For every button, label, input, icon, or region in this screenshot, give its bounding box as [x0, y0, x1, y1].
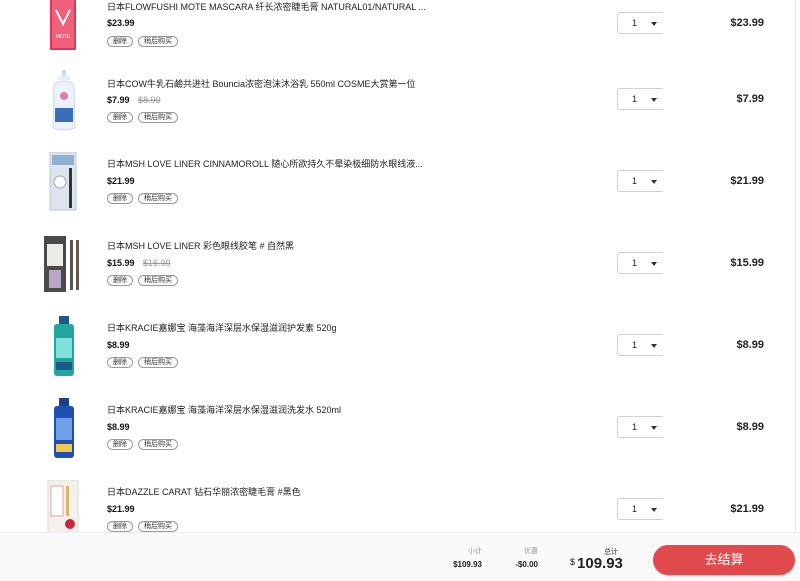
item-actions: 删除 稍后购买 — [107, 193, 178, 204]
item-actions: 删除 稍后购买 — [107, 521, 178, 532]
product-image-conditioner[interactable] — [42, 316, 86, 378]
item-price-line: $23.99 — [107, 18, 135, 28]
product-image-eyeliner[interactable] — [42, 152, 86, 214]
item-price: $21.99 — [107, 176, 135, 186]
item-price-line: $8.99 — [107, 422, 130, 432]
item-title[interactable]: 日本KRACIE嘉娜宝 海藻海洋深层水保湿滋润护发素 520g — [107, 321, 437, 334]
total-currency: $ — [570, 557, 576, 567]
subtotal-block: 小计 $109.93 — [440, 546, 482, 569]
quantity-value: 1 — [632, 258, 638, 268]
quantity-select[interactable]: 1 — [617, 334, 663, 356]
svg-text:MOTE: MOTE — [56, 34, 71, 40]
save-for-later-button[interactable]: 稍后购买 — [138, 36, 178, 47]
item-price-line: $8.99 — [107, 340, 130, 350]
quantity-select[interactable]: 1 — [617, 88, 663, 110]
discount-block: 优惠 -$0.00 — [500, 546, 538, 569]
quantity-value: 1 — [632, 422, 638, 432]
item-line-total: $8.99 — [736, 339, 764, 351]
caret-down-icon — [651, 22, 657, 26]
item-original-price: $16.99 — [143, 258, 171, 268]
cart-item: 日本MSH LOVE LINER 彩色眼线胶笔 # 自然黑 $15.99 $16… — [0, 232, 795, 314]
discount-label: 优惠 — [524, 548, 538, 555]
item-actions: 删除 稍后购买 — [107, 439, 178, 450]
item-line-total: $21.99 — [730, 175, 764, 187]
quantity-value: 1 — [632, 176, 638, 186]
item-actions: 删除 稍后购买 — [107, 112, 178, 123]
item-price: $21.99 — [107, 504, 135, 514]
delete-button[interactable]: 删除 — [107, 112, 133, 123]
total-amount: $109.93 — [570, 555, 623, 573]
quantity-value: 1 — [632, 504, 638, 514]
item-title[interactable]: 日本DAZZLE CARAT 钻石华丽浓密睫毛膏 #黑色 — [107, 485, 437, 498]
quantity-value: 1 — [632, 18, 638, 28]
item-actions: 删除 稍后购买 — [107, 275, 178, 286]
subtotal-label: 小计 — [468, 548, 482, 555]
save-for-later-button[interactable]: 稍后购买 — [138, 521, 178, 532]
product-image-shampoo[interactable] — [42, 398, 86, 460]
cart-item: 日本MSH LOVE LINER CINNAMOROLL 随心所欲持久不晕染极细… — [0, 150, 795, 232]
item-line-total: $21.99 — [730, 503, 764, 515]
item-price-line: $7.99 $8.99 — [107, 95, 161, 105]
item-title[interactable]: 日本MSH LOVE LINER 彩色眼线胶笔 # 自然黑 — [107, 239, 437, 252]
delete-button[interactable]: 删除 — [107, 357, 133, 368]
item-line-total: $23.99 — [730, 17, 764, 29]
cart-item: 日本KRACIE嘉娜宝 海藻海洋深层水保湿滋润洗发水 520ml $8.99 删… — [0, 396, 795, 478]
quantity-select[interactable]: 1 — [617, 12, 663, 34]
product-image-mascara[interactable]: MOTE — [42, 0, 86, 52]
item-actions: 删除 稍后购买 — [107, 36, 178, 47]
item-price-line: $21.99 — [107, 504, 135, 514]
item-price: $8.99 — [107, 422, 130, 432]
item-title[interactable]: 日本COW牛乳石鹼共进社 Bouncia浓密泡沫沐浴乳 550ml COSME大… — [107, 77, 437, 90]
caret-down-icon — [651, 180, 657, 184]
item-line-total: $7.99 — [736, 93, 764, 105]
quantity-select[interactable]: 1 — [617, 416, 663, 438]
save-for-later-button[interactable]: 稍后购买 — [138, 275, 178, 286]
subtotal-value: $109.93 — [453, 560, 482, 569]
delete-button[interactable]: 删除 — [107, 36, 133, 47]
caret-down-icon — [651, 98, 657, 102]
checkout-button[interactable]: 去结算 — [653, 545, 795, 575]
delete-button[interactable]: 删除 — [107, 193, 133, 204]
quantity-value: 1 — [632, 94, 638, 104]
item-price: $15.99 — [107, 258, 135, 268]
order-summary-bar: 小计 $109.93 优惠 -$0.00 总计 $109.93 去结算 — [0, 532, 800, 581]
save-for-later-button[interactable]: 稍后购买 — [138, 357, 178, 368]
quantity-select[interactable]: 1 — [617, 170, 663, 192]
item-line-total: $15.99 — [730, 257, 764, 269]
quantity-select[interactable]: 1 — [617, 498, 663, 520]
cart-page: MOTE 日本FLOWFUSHI MOTE MASCARA 纤长浓密睫毛膏 NA… — [0, 0, 800, 581]
item-price: $23.99 — [107, 18, 135, 28]
product-image-eyeliner-gel[interactable] — [42, 234, 86, 296]
item-line-total: $8.99 — [736, 421, 764, 433]
item-title[interactable]: 日本MSH LOVE LINER CINNAMOROLL 随心所欲持久不晕染极细… — [107, 157, 437, 170]
item-price: $8.99 — [107, 340, 130, 350]
save-for-later-button[interactable]: 稍后购买 — [138, 112, 178, 123]
item-title[interactable]: 日本FLOWFUSHI MOTE MASCARA 纤长浓密睫毛膏 NATURAL… — [107, 0, 437, 13]
item-price-line: $15.99 $16.99 — [107, 258, 171, 268]
item-price: $7.99 — [107, 95, 130, 105]
item-actions: 删除 稍后购买 — [107, 357, 178, 368]
caret-down-icon — [651, 344, 657, 348]
quantity-select[interactable]: 1 — [617, 252, 663, 274]
caret-down-icon — [651, 426, 657, 430]
item-title[interactable]: 日本KRACIE嘉娜宝 海藻海洋深层水保湿滋润洗发水 520ml — [107, 403, 437, 416]
discount-value: -$0.00 — [515, 560, 538, 569]
cart-item: 日本KRACIE嘉娜宝 海藻海洋深层水保湿滋润护发素 520g $8.99 删除… — [0, 314, 795, 396]
caret-down-icon — [651, 508, 657, 512]
product-image-body-wash[interactable] — [42, 70, 86, 132]
item-original-price: $8.99 — [138, 95, 161, 105]
save-for-later-button[interactable]: 稍后购买 — [138, 439, 178, 450]
quantity-value: 1 — [632, 340, 638, 350]
item-price-line: $21.99 — [107, 176, 135, 186]
caret-down-icon — [651, 262, 657, 266]
delete-button[interactable]: 删除 — [107, 275, 133, 286]
delete-button[interactable]: 删除 — [107, 521, 133, 532]
save-for-later-button[interactable]: 稍后购买 — [138, 193, 178, 204]
panel-divider — [795, 0, 796, 581]
total-value: 109.93 — [577, 555, 623, 572]
delete-button[interactable]: 删除 — [107, 439, 133, 450]
cart-item: 日本COW牛乳石鹼共进社 Bouncia浓密泡沫沐浴乳 550ml COSME大… — [0, 68, 795, 150]
